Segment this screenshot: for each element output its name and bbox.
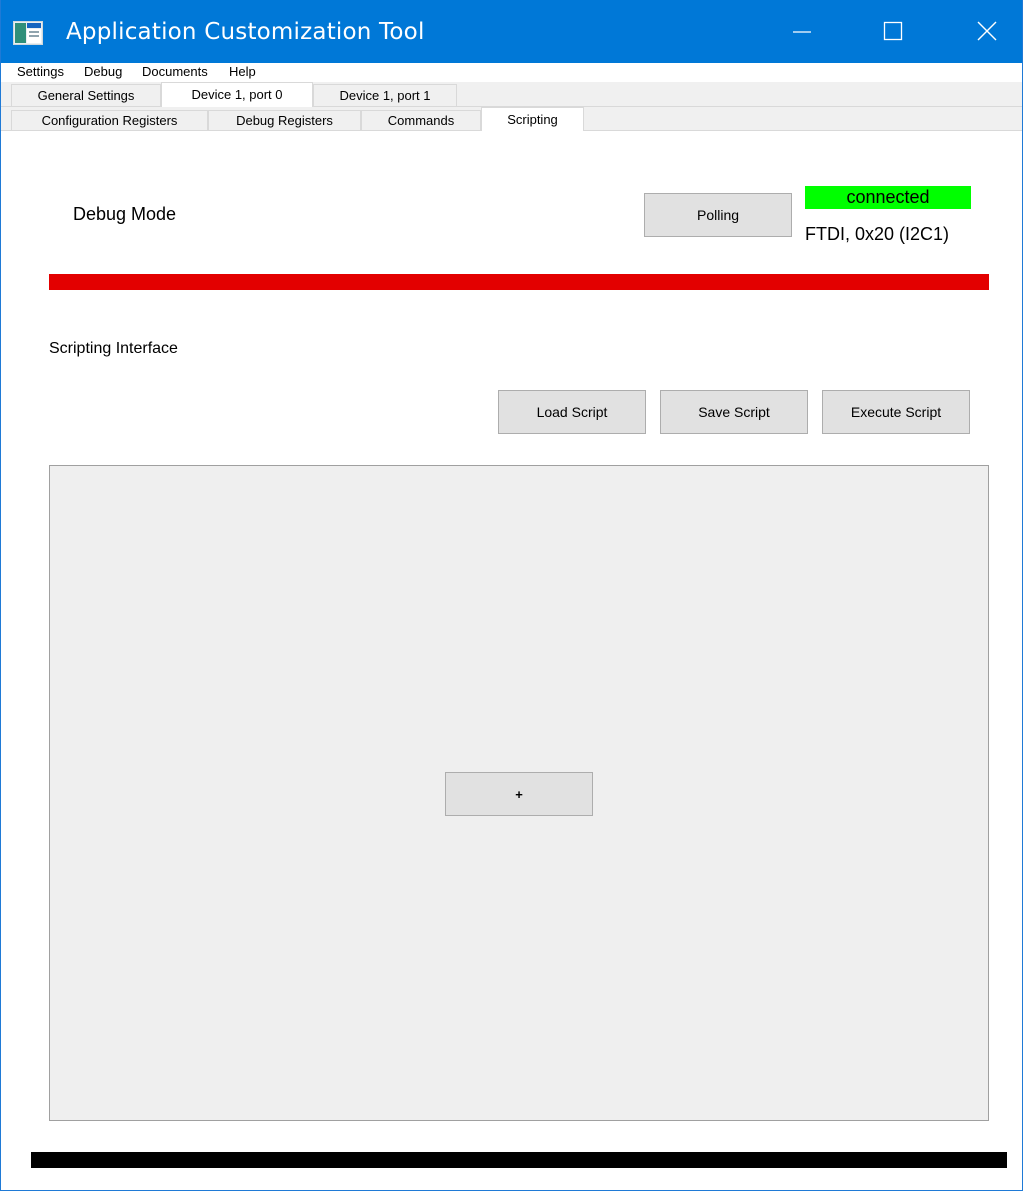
status-bar bbox=[49, 274, 989, 290]
polling-button[interactable]: Polling bbox=[644, 193, 792, 237]
tab-commands[interactable]: Commands bbox=[361, 110, 481, 130]
add-button[interactable]: + bbox=[445, 772, 593, 816]
menu-documents[interactable]: Documents bbox=[142, 63, 208, 81]
tab-configuration-registers[interactable]: Configuration Registers bbox=[11, 110, 208, 130]
minimize-icon bbox=[793, 31, 811, 33]
close-icon bbox=[977, 21, 997, 41]
execute-script-button[interactable]: Execute Script bbox=[822, 390, 970, 434]
tab-debug-registers[interactable]: Debug Registers bbox=[208, 110, 361, 130]
menu-debug[interactable]: Debug bbox=[84, 63, 122, 81]
app-icon bbox=[13, 20, 43, 46]
tab-device-1-port-0[interactable]: Device 1, port 0 bbox=[161, 82, 313, 107]
maximize-button[interactable] bbox=[862, 0, 924, 63]
menu-help[interactable]: Help bbox=[229, 63, 256, 81]
scripting-interface-title: Scripting Interface bbox=[49, 340, 178, 357]
menu-bar: Settings Debug Documents Help bbox=[1, 63, 1022, 81]
window-title: Application Customization Tool bbox=[66, 19, 425, 45]
menu-settings[interactable]: Settings bbox=[17, 63, 64, 81]
maximize-icon bbox=[883, 21, 903, 41]
tab-scripting[interactable]: Scripting bbox=[481, 107, 584, 131]
minimize-button[interactable] bbox=[771, 0, 833, 63]
close-button[interactable] bbox=[956, 0, 1018, 63]
tab-device-1-port-1[interactable]: Device 1, port 1 bbox=[313, 84, 457, 106]
connection-info: FTDI, 0x20 (I2C1) bbox=[805, 224, 950, 244]
app-window: Application Customization Tool Settings … bbox=[0, 0, 1023, 1191]
footer-bar bbox=[31, 1152, 1007, 1168]
tab-general-settings[interactable]: General Settings bbox=[11, 84, 161, 106]
title-bar[interactable]: Application Customization Tool bbox=[1, 0, 1022, 63]
debug-mode-label: Debug Mode bbox=[73, 204, 177, 224]
device-tab-bar: General Settings Device 1, port 0 Device… bbox=[1, 82, 1022, 107]
sub-tab-bar: Configuration Registers Debug Registers … bbox=[1, 107, 1022, 131]
load-script-button[interactable]: Load Script bbox=[498, 390, 646, 434]
save-script-button[interactable]: Save Script bbox=[660, 390, 808, 434]
connection-status-badge: connected bbox=[805, 186, 971, 209]
